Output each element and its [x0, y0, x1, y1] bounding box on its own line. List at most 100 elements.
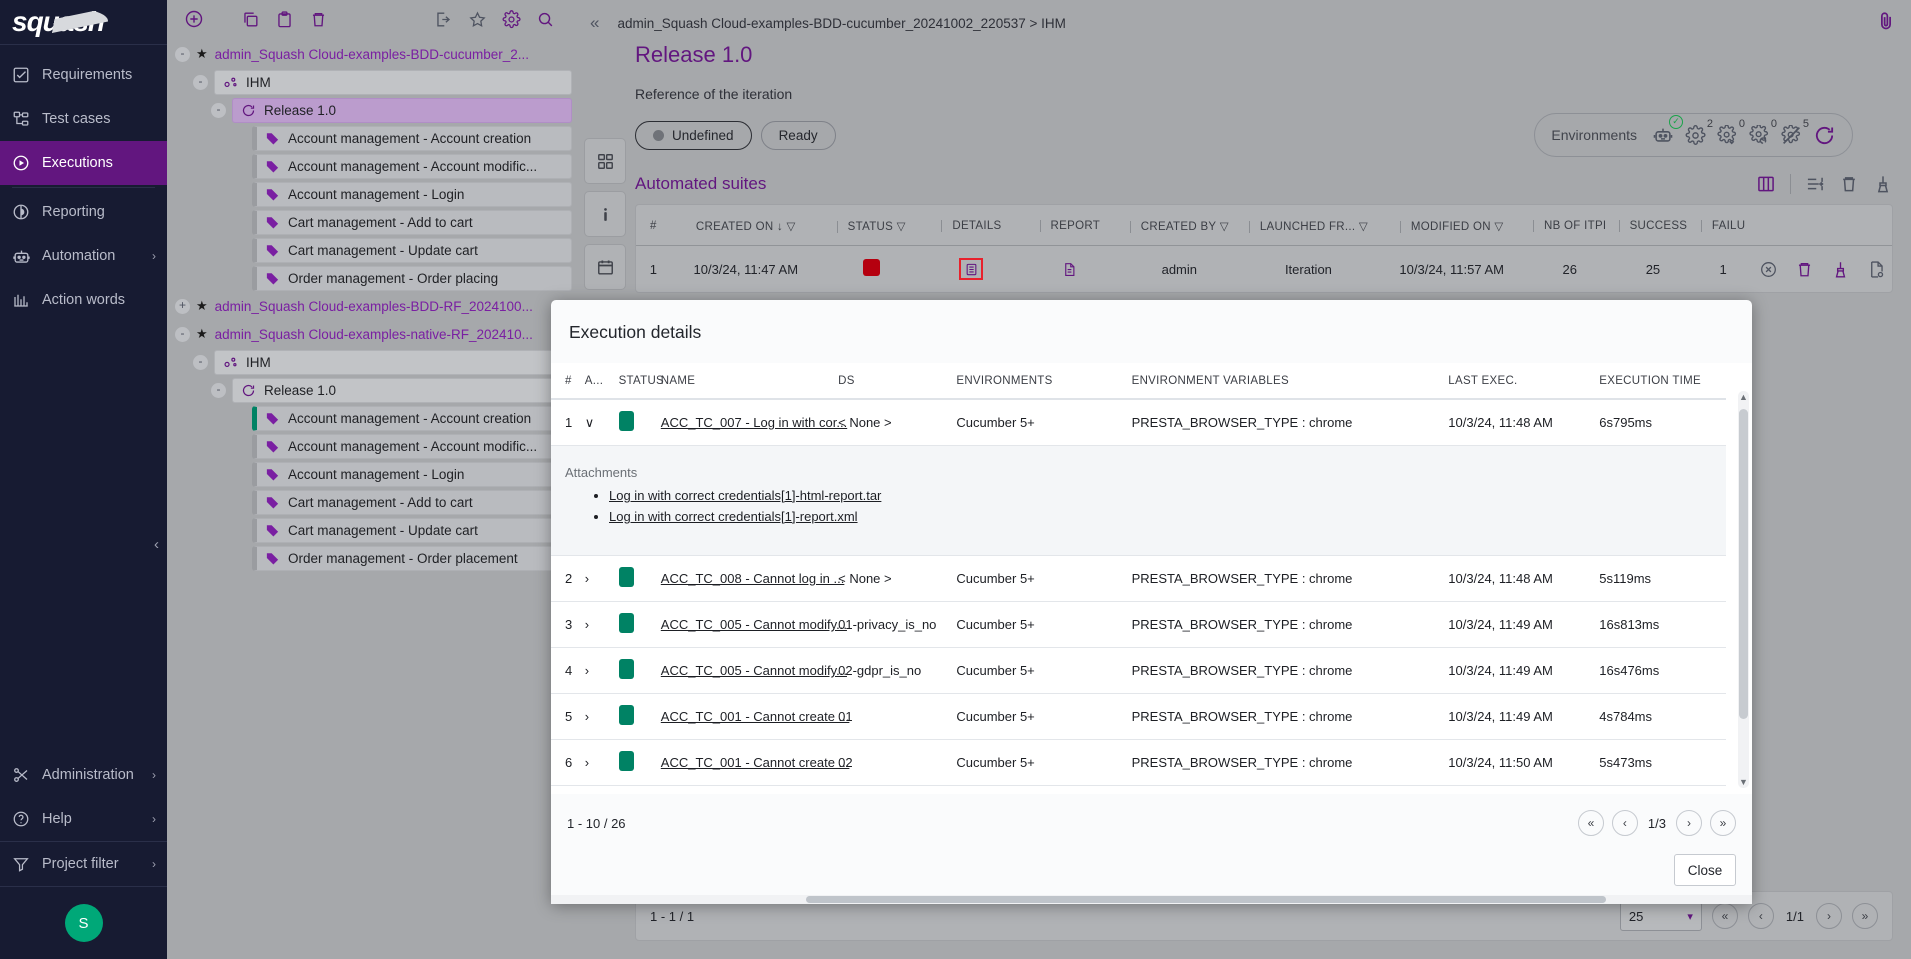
cancel-icon[interactable]: [1759, 260, 1778, 279]
gear-disabled-icon[interactable]: 5: [1781, 125, 1802, 146]
sidebar-item-reporting[interactable]: Reporting: [0, 190, 167, 234]
table-row[interactable]: 2›ACC_TC_008 - Cannot log in ...< None >…: [551, 556, 1726, 602]
tree-test-case-node[interactable]: Account management - Account creation: [167, 124, 572, 152]
filter-rows-icon[interactable]: [1805, 174, 1825, 194]
tree-node-pill[interactable]: Account management - Account creation: [252, 126, 572, 151]
favorite-star-icon[interactable]: ★: [196, 326, 208, 342]
refresh-icon[interactable]: [1813, 124, 1836, 147]
delete-icon[interactable]: [301, 4, 335, 34]
broom-icon[interactable]: [1831, 260, 1850, 279]
cell-name[interactable]: ACC_TC_001 - Cannot create ...: [661, 740, 838, 786]
test-case-link[interactable]: ACC_TC_001 - Cannot create ...: [661, 755, 850, 770]
app-logo[interactable]: squash: [0, 0, 167, 45]
col-status[interactable]: STATUS ▽: [821, 205, 922, 246]
tree-node-pill[interactable]: Order management - Order placement: [252, 546, 572, 571]
tree-campaign-node[interactable]: -IHM: [167, 348, 572, 376]
sidebar-item-executions[interactable]: Executions: [0, 141, 167, 185]
tree-test-case-node[interactable]: Cart management - Update cart: [167, 516, 572, 544]
tree-node-pill[interactable]: Account management - Account modific...: [252, 154, 572, 179]
paste-icon[interactable]: [267, 4, 301, 34]
tree-test-case-node[interactable]: Account management - Login: [167, 460, 572, 488]
tree-node-pill[interactable]: Account management - Account creation: [252, 406, 572, 431]
pagination-first-button[interactable]: «: [1712, 903, 1738, 929]
dialog-horizontal-scrollbar[interactable]: [551, 895, 1752, 904]
attachment-link[interactable]: Log in with correct credentials[1]-repor…: [609, 509, 858, 524]
tree-node-pill[interactable]: Cart management - Add to cart: [252, 210, 572, 235]
table-row[interactable]: 1∨ACC_TC_007 - Log in with cor...< None …: [551, 399, 1726, 446]
pagination-first-button[interactable]: «: [1578, 810, 1604, 836]
tree-test-case-node[interactable]: Order management - Order placing: [167, 264, 572, 292]
table-row[interactable]: 4›ACC_TC_005 - Cannot modify...02-gdpr_i…: [551, 648, 1726, 694]
expand-toggle-closed[interactable]: ›: [585, 786, 619, 795]
collapse-node-icon[interactable]: -: [175, 327, 190, 342]
cell-name[interactable]: ACC_TC_005 - Cannot modify...: [661, 602, 838, 648]
favorite-star-icon[interactable]: ★: [196, 298, 208, 314]
tree-test-case-node[interactable]: Account management - Account modific...: [167, 432, 572, 460]
panel-collapse-button[interactable]: «: [590, 13, 599, 33]
tree-project-node[interactable]: -★admin_Squash Cloud-examples-native-RF_…: [167, 320, 572, 348]
expand-toggle-closed[interactable]: ›: [585, 694, 619, 740]
scroll-down-icon[interactable]: ▼: [1739, 777, 1748, 787]
pagination-next-button[interactable]: ›: [1676, 810, 1702, 836]
report-icon[interactable]: [1062, 260, 1077, 275]
tree-test-case-node[interactable]: Cart management - Update cart: [167, 236, 572, 264]
close-button[interactable]: Close: [1674, 854, 1736, 886]
expand-toggle-closed[interactable]: ›: [585, 648, 619, 694]
rail-calendar-icon[interactable]: [584, 244, 626, 290]
expand-toggle-closed[interactable]: ›: [585, 709, 589, 724]
filter-icon[interactable]: ▽: [897, 221, 906, 233]
expand-toggle-closed[interactable]: ›: [585, 602, 619, 648]
tree-project-node[interactable]: -★admin_Squash Cloud-examples-BDD-cucumb…: [167, 40, 572, 68]
broom-icon[interactable]: [1873, 174, 1893, 194]
table-row[interactable]: 7›ACC_TC_001 - Cannot create ...03Cucumb…: [551, 786, 1726, 795]
cell-name[interactable]: ACC_TC_001 - Cannot create ...: [661, 786, 838, 795]
col-launched-from[interactable]: LAUNCHED FR... ▽: [1240, 205, 1376, 246]
col-created-by[interactable]: CREATED BY ▽: [1118, 205, 1240, 246]
delete-icon[interactable]: [1839, 174, 1859, 194]
table-row[interactable]: 1 10/3/24, 11:47 AM: [636, 246, 1892, 293]
tree-test-case-node[interactable]: Account management - Account creation: [167, 404, 572, 432]
tree-iteration-node[interactable]: -Release 1.0: [167, 376, 572, 404]
copy-icon[interactable]: [233, 4, 267, 34]
cell-name[interactable]: ACC_TC_005 - Cannot modify...: [661, 648, 838, 694]
test-case-link[interactable]: ACC_TC_005 - Cannot modify...: [661, 617, 847, 632]
pagination-last-button[interactable]: »: [1852, 903, 1878, 929]
sidebar-item-test-cases[interactable]: Test cases: [0, 97, 167, 141]
expand-toggle-closed[interactable]: ›: [585, 571, 589, 586]
gear-sync-icon[interactable]: 0: [1717, 125, 1738, 146]
col-created-on[interactable]: CREATED ON ↓ ▽: [671, 205, 821, 246]
tree-iteration-node[interactable]: -Release 1.0: [167, 96, 572, 124]
rail-info-icon[interactable]: [584, 191, 626, 237]
gear-pending-icon[interactable]: 0: [1749, 125, 1770, 146]
sidebar-item-action-words[interactable]: Action words: [0, 278, 167, 322]
tree-node-pill[interactable]: Release 1.0: [232, 378, 572, 403]
pagination-last-button[interactable]: »: [1710, 810, 1736, 836]
paperclip-icon[interactable]: [1875, 10, 1897, 32]
expand-node-icon[interactable]: +: [175, 299, 190, 314]
tree-test-case-node[interactable]: Account management - Account modific...: [167, 152, 572, 180]
collapse-node-icon[interactable]: -: [211, 383, 226, 398]
expand-toggle-closed[interactable]: ›: [585, 663, 589, 678]
pagination-next-button[interactable]: ›: [1816, 903, 1842, 929]
tree-campaign-node[interactable]: -IHM: [167, 68, 572, 96]
pagination-prev-button[interactable]: ‹: [1612, 810, 1638, 836]
filter-icon[interactable]: ▽: [1220, 221, 1229, 233]
attachment-link[interactable]: Log in with correct credentials[1]-html-…: [609, 488, 881, 503]
columns-icon[interactable]: [1756, 174, 1776, 194]
rail-dashboard-icon[interactable]: [584, 138, 626, 184]
collapse-node-icon[interactable]: -: [211, 103, 226, 118]
table-row[interactable]: 3›ACC_TC_005 - Cannot modify...01-privac…: [551, 602, 1726, 648]
cell-name[interactable]: ACC_TC_008 - Cannot log in ...: [661, 556, 838, 602]
tree-node-pill[interactable]: IHM: [214, 70, 572, 95]
filter-icon[interactable]: ▽: [1359, 221, 1368, 233]
dialog-vertical-scrollbar[interactable]: ▲ ▼: [1738, 391, 1749, 788]
status-tab-ready[interactable]: Ready: [761, 121, 836, 150]
test-case-link[interactable]: ACC_TC_005 - Cannot modify...: [661, 663, 847, 678]
cell-name[interactable]: ACC_TC_007 - Log in with cor...: [661, 399, 838, 446]
tree-node-pill[interactable]: Release 1.0: [232, 98, 572, 123]
expand-toggle-closed[interactable]: ›: [585, 556, 619, 602]
sidebar-collapse-button[interactable]: ‹: [154, 536, 159, 553]
cell-name[interactable]: ACC_TC_001 - Cannot create ...: [661, 694, 838, 740]
tree-test-case-node[interactable]: Account management - Login: [167, 180, 572, 208]
scrollbar-thumb[interactable]: [1739, 409, 1748, 719]
